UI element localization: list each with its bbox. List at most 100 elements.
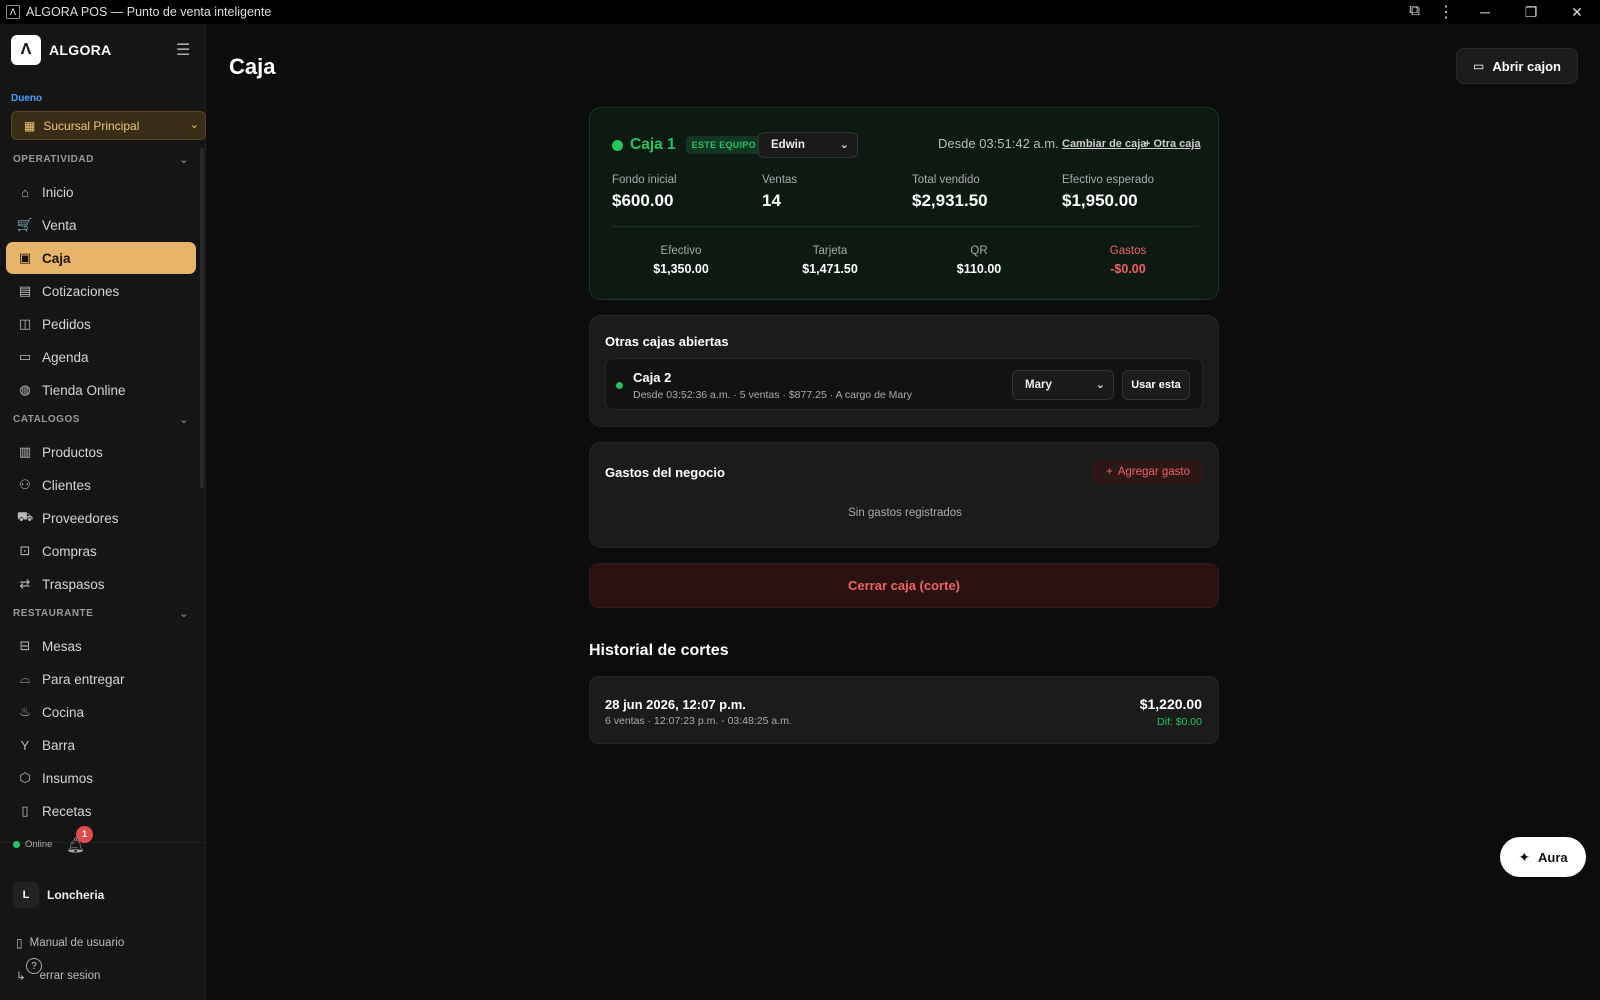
sidebar-item-compras[interactable]: ⊡ Compras [6,535,196,567]
aura-label: Aura [1538,849,1568,865]
brand-logo-icon: Λ [11,35,41,65]
history-date: 28 jun 2026, 12:07 p.m. [605,697,746,712]
branch-selector[interactable]: ▦ Sucursal Principal ⌄ [11,111,206,140]
chevron-down-icon: ⌄ [839,139,849,151]
cashier-select[interactable]: Edwin ⌄ [758,132,858,158]
sidebar-item-cotizaciones[interactable]: ▤ Cotizaciones [6,275,196,307]
globe-icon: ◍ [19,382,31,397]
window-title: ALGORA POS — Punto de venta inteligente [26,5,272,19]
sidebar-item-insumos[interactable]: ⬡ Insumos [6,762,196,794]
section-label: CATALOGOS [13,414,80,425]
sidebar-item-label: Caja [42,250,71,266]
stat-expected-cash: Efectivo esperado $1,950.00 [1062,174,1154,211]
close-register-button[interactable]: Cerrar caja (corte) [589,563,1219,608]
notification-badge: 1 [76,826,93,843]
table-row[interactable]: 28 jun 2026, 12:07 p.m. 6 ventas · 12:07… [589,676,1219,744]
change-register-link[interactable]: Cambiar de caja [1062,138,1146,150]
active-dot [616,382,623,389]
sidebar-item-recetas[interactable]: ▯ Recetas [6,795,196,827]
stat-value: 14 [762,191,781,210]
cashier-select[interactable]: Mary ⌄ [1012,370,1114,400]
stat-value: $600.00 [612,191,674,210]
breakdown-qr: QR $110.00 [904,245,1054,276]
sidebar-item-label: Traspasos [42,576,105,592]
current-register-card: Caja 1 ESTE EQUIPO Edwin ⌄ Desde 03:51:4… [589,107,1219,300]
chevron-down-icon: ⌄ [189,119,199,131]
sidebar-item-cocina[interactable]: ♨ Cocina [6,696,196,728]
minimize-icon[interactable]: ─ [1462,4,1508,20]
active-dot [612,139,623,151]
sidebar-item-label: Pedidos [42,316,91,332]
sidebar-item-agenda[interactable]: ▭ Agenda [6,341,196,373]
sidebar-item-pedidos[interactable]: ◫ Pedidos [6,308,196,340]
sidebar-item-label: Recetas [42,803,92,819]
section-restaurante[interactable]: RESTAURANTE ⌄ [13,608,189,620]
add-expense-label: Agregar gasto [1117,466,1190,478]
open-drawer-button[interactable]: ▭ Abrir cajon [1456,48,1578,84]
sidebar-item-label: Tienda Online [42,382,126,398]
sidebar-item-traspasos[interactable]: ⇄ Traspasos [6,568,196,600]
use-register-button[interactable]: Usar esta [1122,370,1190,400]
brand[interactable]: Λ ALGORA [11,35,111,65]
sidebar-scrollbar[interactable] [200,148,204,488]
sidebar: Λ ALGORA ☰ Dueno ▦ Sucursal Principal ⌄ … [0,24,206,1000]
menu-toggle-icon[interactable]: ☰ [176,40,190,60]
card-divider [612,226,1198,227]
close-window-icon[interactable]: ✕ [1554,4,1600,21]
sidebar-item-barra[interactable]: Y Barra [6,729,196,761]
breakdown-label: QR [970,245,988,257]
register-name: Caja 2 [633,370,672,385]
manual-label: Manual de usuario [29,937,125,949]
extension-icon[interactable]: ⧉ [1409,2,1420,19]
breakdown-expenses: Gastos -$0.00 [1053,245,1203,276]
chevron-down-icon: ⌄ [179,608,189,620]
stat-label: Total vendido [912,174,980,186]
transfer-icon: ⇄ [19,576,31,591]
sidebar-item-mesas[interactable]: ⊟ Mesas [6,630,196,662]
user-profile[interactable]: L Loncheria [13,882,104,908]
history-amount: $1,220.00 [1139,696,1202,712]
cash-register-icon: ▣ [18,250,32,265]
chevron-down-icon: ⌄ [179,414,189,426]
expenses-empty-state: Sin gastos registrados [848,507,962,519]
help-icon[interactable]: ? [26,958,42,974]
more-options-icon[interactable]: ⋮ [1438,2,1454,22]
other-register-link[interactable]: + Otra caja [1144,138,1201,150]
aura-assistant-button[interactable]: ✦ Aura [1500,837,1586,877]
sidebar-item-label: Compras [42,543,97,559]
sidebar-item-label: Cocina [42,704,85,720]
sidebar-item-label: Mesas [42,638,82,654]
stat-value: $2,931.50 [912,191,988,210]
sidebar-item-proveedores[interactable]: ⛟ Proveedores [6,502,196,534]
sidebar-item-label: Proveedores [42,510,119,526]
sidebar-item-label: Agenda [42,349,89,365]
this-device-badge: ESTE EQUIPO [685,136,762,154]
open-drawer-label: Abrir cajon [1492,58,1561,74]
page-title: Caja [229,54,276,79]
section-operatividad[interactable]: OPERATIVIDAD ⌄ [13,154,189,166]
section-catalogos[interactable]: CATALOGOS ⌄ [13,414,189,426]
register-name: Caja 1 [630,136,676,153]
sidebar-item-para-entregar[interactable]: ⌓ Para entregar [6,663,196,695]
sidebar-item-label: Insumos [42,770,94,786]
table-icon: ⊟ [19,638,31,653]
sidebar-item-caja[interactable]: ▣ Caja [6,242,196,274]
breakdown-value: $110.00 [956,262,1002,276]
sparkle-icon: ✦ [1518,848,1531,865]
store-icon: ▦ [24,118,36,133]
sidebar-item-inicio[interactable]: ⌂ Inicio [6,176,196,208]
cashier-value: Edwin [771,139,805,151]
stat-label: Efectivo esperado [1062,174,1155,186]
sidebar-item-clientes[interactable]: ⚇ Clientes [6,469,196,501]
sidebar-item-venta[interactable]: 🛒 Venta [6,209,196,241]
truck-icon: ⛟ [16,509,34,524]
sidebar-item-productos[interactable]: ▥ Productos [6,436,196,468]
add-expense-button[interactable]: + Agregar gasto [1092,460,1204,484]
chevron-down-icon: ⌄ [1095,379,1105,391]
section-label: OPERATIVIDAD [13,154,94,165]
sidebar-item-tienda-online[interactable]: ◍ Tienda Online [6,374,196,406]
restore-icon[interactable]: ❐ [1508,4,1554,21]
history-title: Historial de cortes [589,642,729,659]
manual-link[interactable]: ▯ Manual de usuario [16,936,124,950]
bag-icon: ◫ [18,316,32,331]
